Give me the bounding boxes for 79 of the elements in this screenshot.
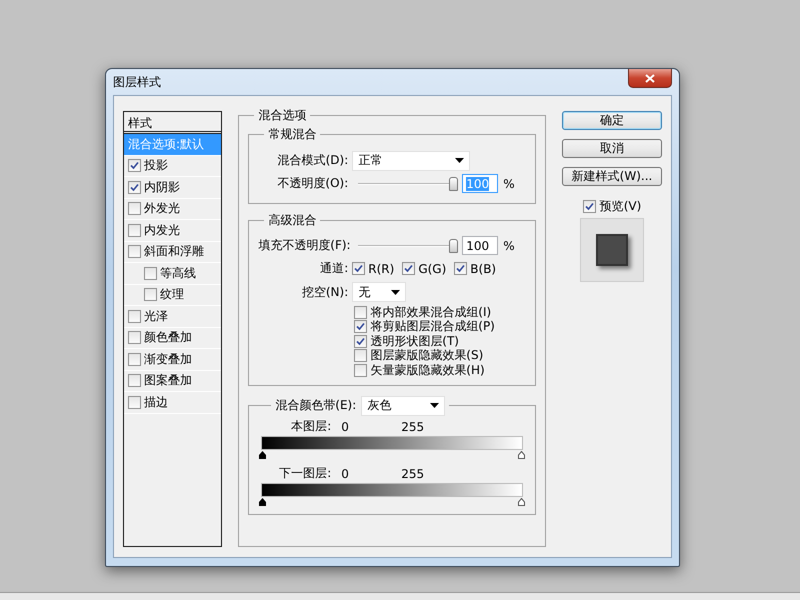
dialog-button[interactable]: 新建样式(W)... <box>562 167 662 186</box>
style-list-item[interactable]: 渐变叠加 <box>124 349 222 370</box>
low-slider-thumb[interactable] <box>259 450 266 460</box>
style-list-item[interactable]: 光泽 <box>124 306 222 328</box>
checkbox[interactable] <box>354 306 368 319</box>
checkbox-label[interactable]: G(G) <box>418 262 446 276</box>
checkbox[interactable] <box>352 262 366 275</box>
slider-thumb[interactable] <box>449 176 458 190</box>
style-list-item[interactable]: 内阴影 <box>124 177 222 198</box>
section-title: 高级混合 <box>267 212 318 229</box>
checkbox[interactable] <box>354 320 368 334</box>
caret-icon <box>391 290 400 294</box>
checkbox[interactable] <box>454 262 468 275</box>
checkbox[interactable] <box>354 334 368 348</box>
checkbox[interactable] <box>354 349 368 362</box>
band-value: 255 <box>401 420 424 434</box>
close-icon <box>645 74 655 82</box>
checkbox[interactable] <box>144 288 157 302</box>
section-title: 常规混合 <box>267 126 318 143</box>
checkbox-label[interactable]: B(B) <box>470 262 496 276</box>
style-list-item[interactable]: 内发光 <box>124 220 222 242</box>
style-list-item[interactable]: 投影 <box>124 156 222 177</box>
dialog-button[interactable]: 确定 <box>562 111 662 130</box>
field-label: 挖空(N): <box>300 284 350 300</box>
checkbox[interactable] <box>128 310 141 323</box>
checkbox-label[interactable]: 将剪贴图层混合成组(P) <box>370 318 495 336</box>
window-title: 图层样式 <box>113 74 161 90</box>
field-label: 填充不透明度(F): <box>258 237 352 254</box>
unit-label: % <box>503 176 515 190</box>
close-button[interactable] <box>628 69 672 88</box>
fill-opacity-field[interactable]: 100 <box>462 236 498 255</box>
checkbox[interactable] <box>128 245 141 258</box>
style-list-item[interactable]: 等高线 <box>124 263 222 284</box>
checkbox-label[interactable]: 预览(V) <box>600 198 642 214</box>
band-label: 本图层: <box>290 418 332 435</box>
checkbox[interactable] <box>128 159 141 172</box>
field-label: 通道: <box>319 260 350 277</box>
checkbox[interactable] <box>354 364 368 377</box>
checkbox[interactable] <box>128 202 141 216</box>
section-title: 混合选项 <box>257 107 308 124</box>
preview-drawing <box>580 218 644 282</box>
style-list-item[interactable]: 描边 <box>124 392 222 414</box>
field-label: 混合颜色带(E): <box>275 397 356 414</box>
style-list-item[interactable]: 纹理 <box>124 284 222 306</box>
high-slider-thumb[interactable] <box>518 450 525 460</box>
checkbox[interactable] <box>402 262 416 275</box>
slider-thumb[interactable] <box>449 238 458 252</box>
style-list-item[interactable]: 颜色叠加 <box>124 328 222 349</box>
checkbox-label[interactable]: 将内部效果混合成组(I) <box>370 304 492 321</box>
style-list-item[interactable]: 图案叠加 <box>124 370 222 392</box>
checkbox-label[interactable]: R(R) <box>368 262 394 276</box>
blend-if-dropdown[interactable]: 灰色 <box>361 396 446 416</box>
checkbox-label[interactable]: 矢量蒙版隐藏效果(H) <box>370 362 485 379</box>
checkbox[interactable] <box>128 374 141 388</box>
caret-icon <box>430 403 440 408</box>
field-label: 混合模式(D): <box>276 152 350 169</box>
caret-icon <box>455 158 464 163</box>
dialog-button[interactable]: 取消 <box>562 139 662 158</box>
checkbox[interactable] <box>128 224 141 237</box>
checkbox[interactable] <box>582 200 596 212</box>
band-value: 0 <box>341 420 350 434</box>
checkbox[interactable] <box>128 352 141 366</box>
checkbox-label[interactable]: 图层蒙版隐藏效果(S) <box>370 347 484 364</box>
low-slider-thumb[interactable] <box>259 498 266 508</box>
style-list-item[interactable]: 外发光 <box>124 198 222 220</box>
style-list-item[interactable]: 斜面和浮雕 <box>124 242 222 263</box>
checkbox[interactable] <box>128 396 141 409</box>
checkbox[interactable] <box>128 331 141 344</box>
checkbox[interactable] <box>144 266 157 280</box>
checkbox[interactable] <box>128 180 141 194</box>
unit-label: % <box>503 238 515 252</box>
band-value: 0 <box>341 466 350 480</box>
checkbox-label[interactable]: 透明形状图层(T) <box>370 332 459 350</box>
blend-mode-dropdown[interactable]: 正常 <box>352 150 470 170</box>
band-value: 255 <box>401 466 424 480</box>
knockout-dropdown[interactable]: 无 <box>352 282 406 302</box>
field-label: 不透明度(O): <box>276 175 350 192</box>
band-label: 下一图层: <box>278 465 332 482</box>
high-slider-thumb[interactable] <box>518 498 525 508</box>
